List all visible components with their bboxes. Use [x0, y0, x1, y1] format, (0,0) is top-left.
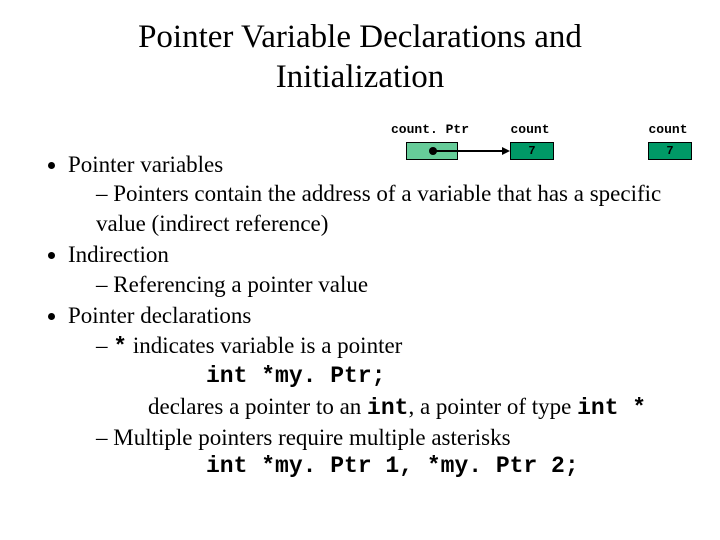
slide-title: Pointer Variable Declarations and Initia…	[40, 18, 680, 97]
code-multi-ptr: int *my. Ptr 1, *my. Ptr 2;	[206, 452, 690, 481]
label-countptr: count. Ptr	[390, 122, 470, 137]
decl-type: int *	[577, 395, 646, 421]
label-count-1: count	[500, 122, 560, 137]
decl-pre: declares a pointer to an	[148, 394, 367, 419]
bullet-text: Pointer declarations	[68, 303, 251, 328]
title-line-2: Initialization	[276, 59, 445, 95]
slide: Pointer Variable Declarations and Initia…	[0, 0, 720, 540]
title-line-1: Pointer Variable Declarations and	[138, 19, 582, 55]
slide-body: Pointer variables Pointers contain the a…	[40, 150, 690, 484]
label-count-2: count	[638, 122, 698, 137]
sub-list: Pointers contain the address of a variab…	[68, 179, 690, 238]
sub-list: * indicates variable is a pointer int *m…	[68, 331, 690, 482]
bullet-pointer-variables: Pointer variables Pointers contain the a…	[68, 150, 690, 238]
bullet-indirection: Indirection Referencing a pointer value	[68, 240, 690, 299]
sub-indirect-reference: Pointers contain the address of a variab…	[96, 179, 690, 238]
bullet-list: Pointer variables Pointers contain the a…	[40, 150, 690, 482]
bullet-text: Indirection	[68, 242, 169, 267]
bullet-pointer-declarations: Pointer declarations * indicates variabl…	[68, 301, 690, 482]
sub-multiple-pointers: Multiple pointers require multiple aster…	[96, 423, 690, 482]
decl-mid: , a pointer of type	[408, 394, 577, 419]
decl-int: int	[367, 395, 408, 421]
sub-list: Referencing a pointer value	[68, 270, 690, 299]
star-code: *	[113, 334, 127, 360]
bullet-text: Pointer variables	[68, 152, 223, 177]
sub-referencing: Referencing a pointer value	[96, 270, 690, 299]
star-rest: indicates variable is a pointer	[127, 333, 402, 358]
code-int-myptr: int *my. Ptr;	[206, 362, 690, 391]
multi-text: Multiple pointers require multiple aster…	[113, 425, 510, 450]
sub-star-indicates: * indicates variable is a pointer int *m…	[96, 331, 690, 423]
declares-line: declares a pointer to an int, a pointer …	[148, 392, 690, 423]
